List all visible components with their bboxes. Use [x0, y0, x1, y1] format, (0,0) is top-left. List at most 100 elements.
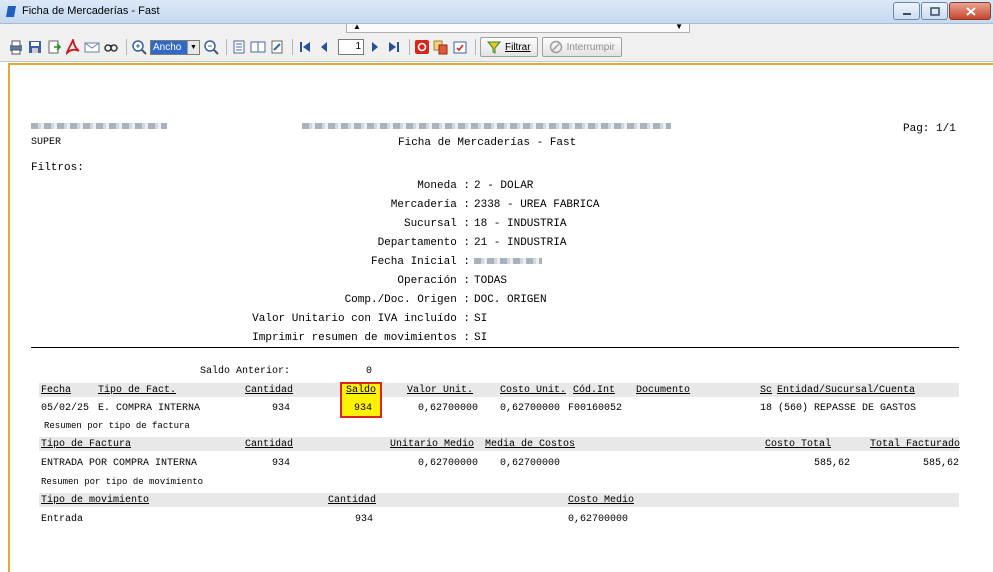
movimiento-row-tipo: Entrada: [41, 514, 84, 525]
redacted-fecha-inicial: [474, 258, 542, 264]
print-icon[interactable]: [8, 39, 24, 55]
filter-label-moneda: Moneda :: [417, 180, 470, 192]
page-number-input[interactable]: 1: [338, 39, 364, 55]
filter-label-operacion: Operación :: [397, 275, 470, 287]
col-tipo-fact: Tipo de Fact.: [98, 385, 177, 396]
filter-label-sucursal: Sucursal :: [403, 218, 470, 230]
zoom-out-icon[interactable]: [203, 39, 219, 55]
export-icon[interactable]: [46, 39, 62, 55]
row-entidad: 18 (560) REPASSE DE GASTOS: [760, 403, 917, 414]
properties-icon[interactable]: [452, 39, 468, 55]
resumen-row-costo-total: 585,62: [813, 458, 850, 469]
report-viewer: SUPER Ficha de Mercaderías - Fast Pag: 1…: [8, 63, 993, 572]
report-title: Ficha de Mercaderías - Fast: [398, 137, 577, 149]
movimiento-row-costo-medio: 0,62700000: [568, 514, 629, 525]
toolbar: ▲ ▼ Ancho ▼ 1 Filtrar Interrumpir: [0, 22, 993, 62]
minimize-icon: [903, 13, 911, 15]
first-page-icon[interactable]: [297, 39, 313, 55]
close-icon: [966, 7, 976, 16]
toolbar-separator: [126, 39, 127, 55]
copy-icon[interactable]: [433, 39, 449, 55]
col-sc: Sc: [760, 385, 773, 396]
page-counter: Pag: 1/1: [903, 123, 956, 135]
filter-value-mercaderia: 2338 - UREA FABRICA: [474, 199, 600, 211]
resumen-movimiento-title: Resumen por tipo de movimiento: [41, 477, 204, 487]
col-costo-total: Costo Total: [765, 439, 832, 450]
col-total-facturado: Total Facturado: [870, 439, 961, 450]
resumen-row-total-facturado: 585,62: [922, 458, 959, 469]
toolbar-collapse-tab[interactable]: ▲ ▼: [346, 22, 690, 33]
filter-value-departamento: 21 - INDUSTRIA: [474, 237, 567, 249]
resumen-factura-title: Resumen por tipo de factura: [44, 421, 190, 431]
filter-value-moneda: 2 - DOLAR: [474, 180, 534, 192]
save-icon[interactable]: [27, 39, 43, 55]
filters-label: Filtros:: [31, 162, 84, 174]
col-tipo-factura: Tipo de Factura: [41, 439, 132, 450]
window-controls: [892, 2, 991, 20]
company-label: SUPER: [31, 137, 62, 148]
filter-value-imprimir-resumen: SI: [474, 332, 488, 344]
email-icon[interactable]: [84, 39, 100, 55]
next-page-icon[interactable]: [367, 39, 383, 55]
filter-icon: [487, 41, 501, 54]
two-pages-icon[interactable]: [250, 39, 266, 55]
col-costo-unit: Costo Unit.: [500, 385, 567, 396]
minimize-button[interactable]: [893, 2, 920, 20]
col-cod-int: Cód.Int: [573, 385, 616, 396]
find-icon[interactable]: [103, 39, 119, 55]
toolbar-row: Ancho ▼ 1 Filtrar Interrumpir: [8, 37, 626, 57]
previous-page-icon[interactable]: [316, 39, 332, 55]
filter-button[interactable]: Filtrar: [480, 37, 538, 57]
row-cantidad: 934: [271, 403, 290, 414]
zoom-select[interactable]: Ancho ▼: [150, 39, 200, 55]
interrupt-button[interactable]: Interrumpir: [541, 37, 622, 57]
interrupt-button-label: Interrumpir: [566, 41, 615, 53]
filter-label-valor-iva: Valor Unitario con IVA incluído :: [252, 313, 470, 325]
resumen-row-media-costos: 0,62700000: [500, 458, 561, 469]
stop-icon[interactable]: [414, 39, 430, 55]
filter-label-mercaderia: Mercadería :: [390, 199, 470, 211]
filter-value-comp-doc: DOC. ORIGEN: [474, 294, 547, 306]
window-title: Ficha de Mercaderías - Fast: [22, 5, 160, 17]
last-page-icon[interactable]: [386, 39, 402, 55]
filter-value-valor-iva: SI: [474, 313, 488, 325]
toolbar-separator: [409, 39, 410, 55]
col-tipo-movimiento: Tipo de movimiento: [41, 495, 150, 506]
col-entidad: Entidad/Sucursal/Cuenta: [777, 385, 916, 396]
col-fecha: Fecha: [41, 385, 72, 396]
page-setup-icon[interactable]: [269, 39, 285, 55]
saldo-anterior-label: Saldo Anterior:: [200, 366, 291, 377]
row-valor-unit: 0,62700000: [418, 403, 479, 414]
col-documento: Documento: [636, 385, 691, 396]
pdf-icon[interactable]: [65, 39, 81, 55]
row-costo-unit: 0,62700000: [500, 403, 561, 414]
col-media-costos: Media de Costos: [485, 439, 576, 450]
col-saldo: Saldo: [346, 385, 377, 396]
filter-label-comp-doc: Comp./Doc. Origen :: [344, 294, 470, 306]
saldo-anterior-value: 0: [366, 366, 373, 377]
row-fecha: 05/02/25: [41, 403, 90, 414]
title-bar: Ficha de Mercaderías - Fast: [0, 0, 993, 24]
close-button[interactable]: [949, 2, 991, 20]
toolbar-separator: [226, 39, 227, 55]
toolbar-separator: [292, 39, 293, 55]
movimiento-row-cantidad: 934: [354, 514, 373, 525]
filter-label-imprimir-resumen: Imprimir resumen de movimientos :: [252, 332, 470, 344]
report-page: SUPER Ficha de Mercaderías - Fast Pag: 1…: [10, 65, 993, 572]
filter-value-sucursal: 18 - INDUSTRIA: [474, 218, 567, 230]
zoom-select-value: Ancho: [151, 40, 187, 54]
maximize-button[interactable]: [921, 2, 948, 20]
single-page-icon[interactable]: [231, 39, 247, 55]
redacted-company-name: [302, 123, 671, 129]
resumen-row-cantidad: 934: [271, 458, 290, 469]
col-mov-cantidad: Cantidad: [328, 495, 377, 506]
chevron-up-icon: ▲: [353, 22, 361, 31]
row-cod-int: F00160052: [568, 403, 623, 414]
zoom-in-icon[interactable]: [131, 39, 147, 55]
chevron-down-icon: ▼: [675, 22, 683, 31]
filter-label-departamento: Departamento :: [377, 237, 470, 249]
divider: [31, 347, 959, 348]
col-resumen-cantidad: Cantidad: [245, 439, 294, 450]
filter-label-fecha-inicial: Fecha Inicial :: [370, 256, 470, 268]
resumen-movimiento-header-band: [39, 493, 959, 507]
